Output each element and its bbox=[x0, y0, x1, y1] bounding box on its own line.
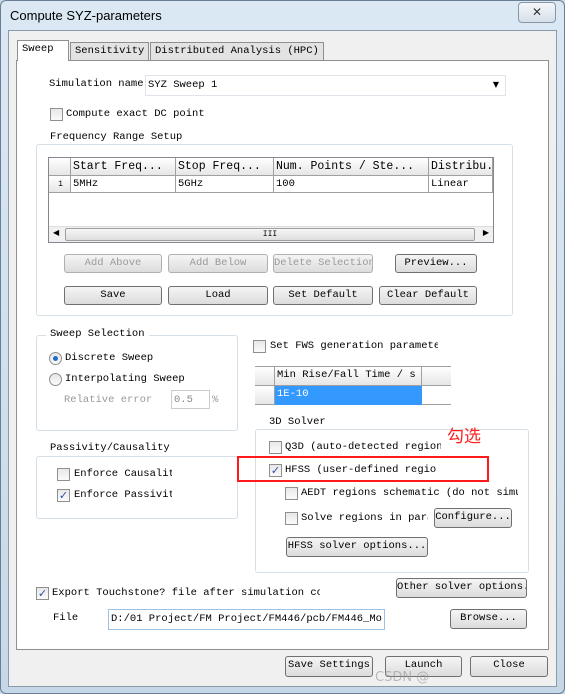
save-settings-button[interactable]: Save Settings bbox=[285, 656, 373, 677]
compute-dc-checkbox[interactable] bbox=[50, 108, 63, 121]
window-title: Compute SYZ-parameters bbox=[10, 8, 162, 23]
fws-row-index[interactable] bbox=[255, 386, 275, 405]
table-corner bbox=[49, 158, 71, 176]
file-path-input[interactable]: D:/01 Project/FM Project/FM446/pcb/FM446… bbox=[108, 609, 385, 630]
hfss-checkbox[interactable]: ✓ bbox=[269, 464, 282, 477]
enforce-passivity-label: Enforce Passivity bbox=[74, 489, 172, 501]
hfss-solver-options-button[interactable]: HFSS solver options... bbox=[286, 537, 428, 557]
column-start-freq[interactable]: Start Freq... bbox=[71, 158, 176, 176]
solve-parallel-label: Solve regions in parallel bbox=[301, 512, 428, 524]
load-button[interactable]: Load bbox=[168, 286, 268, 305]
tab-sweep[interactable]: Sweep bbox=[17, 40, 69, 61]
scroll-right-icon[interactable]: ▶ bbox=[483, 228, 489, 237]
delete-selection-button[interactable]: Delete Selection bbox=[273, 254, 373, 273]
column-distribution[interactable]: Distribu. bbox=[429, 158, 493, 176]
fws-corner bbox=[255, 367, 275, 386]
table-cell-points[interactable]: 100 bbox=[274, 176, 429, 193]
add-below-button[interactable]: Add Below bbox=[168, 254, 268, 273]
simulation-name-combobox[interactable]: SYZ Sweep 1 ▼ bbox=[145, 75, 506, 96]
relative-error-label: Relative error bbox=[64, 394, 153, 406]
interpolating-sweep-label: Interpolating Sweep bbox=[65, 373, 185, 385]
fws-column-header[interactable]: Min Rise/Fall Time / s bbox=[275, 367, 422, 386]
set-fws-label: Set FWS generation parameters bbox=[270, 340, 438, 352]
discrete-sweep-label: Discrete Sweep bbox=[65, 352, 154, 364]
q3d-label: Q3D (auto-detected regions) bbox=[285, 441, 441, 453]
aedt-checkbox[interactable] bbox=[285, 487, 298, 500]
clear-default-button[interactable]: Clear Default bbox=[379, 286, 477, 305]
percent-label: % bbox=[212, 394, 219, 406]
table-cell-distribution[interactable]: Linear bbox=[429, 176, 493, 193]
export-touchstone-checkbox[interactable]: ✓ bbox=[36, 587, 49, 600]
fws-empty-header bbox=[422, 367, 451, 386]
discrete-sweep-radio[interactable] bbox=[49, 352, 62, 365]
enforce-causality-checkbox[interactable] bbox=[57, 468, 70, 481]
relative-error-input[interactable]: 0.5 bbox=[171, 390, 210, 409]
passivity-group bbox=[36, 456, 238, 519]
browse-button[interactable]: Browse... bbox=[450, 609, 527, 629]
export-touchstone-label: Export Touchstone? file after simulation… bbox=[52, 587, 320, 599]
set-fws-checkbox[interactable] bbox=[253, 340, 266, 353]
horizontal-scrollbar[interactable]: ◀ III ▶ bbox=[49, 226, 493, 242]
configure-button[interactable]: Configure... bbox=[434, 508, 512, 528]
add-above-button[interactable]: Add Above bbox=[64, 254, 162, 273]
simulation-name-label: Simulation name bbox=[49, 78, 144, 90]
compute-dc-label: Compute exact DC point bbox=[66, 108, 205, 120]
aedt-label: AEDT regions schematic (do not simulate) bbox=[301, 487, 518, 499]
row-index[interactable]: 1 bbox=[49, 176, 71, 193]
column-stop-freq[interactable]: Stop Freq... bbox=[176, 158, 274, 176]
preview-button[interactable]: Preview... bbox=[395, 254, 477, 273]
enforce-causality-label: Enforce Causality bbox=[74, 468, 172, 480]
frequency-range-label: Frequency Range Setup bbox=[46, 131, 187, 143]
file-label: File bbox=[53, 612, 79, 624]
set-default-button[interactable]: Set Default bbox=[273, 286, 373, 305]
table-cell-stop[interactable]: 5GHz bbox=[176, 176, 274, 193]
enforce-passivity-checkbox[interactable]: ✓ bbox=[57, 489, 70, 502]
interpolating-sweep-radio[interactable] bbox=[49, 373, 62, 386]
solve-parallel-checkbox[interactable] bbox=[285, 512, 298, 525]
watermark: CSDN @ bbox=[375, 670, 430, 685]
save-button[interactable]: Save bbox=[64, 286, 162, 305]
frequency-table: Start Freq... Stop Freq... Num. Points /… bbox=[48, 157, 494, 243]
other-solver-options-button[interactable]: Other solver options... bbox=[396, 578, 527, 598]
tab-distributed-analysis[interactable]: Distributed Analysis (HPC) bbox=[150, 42, 324, 61]
close-window-button[interactable]: ✕ bbox=[518, 2, 556, 23]
table-cell-start[interactable]: 5MHz bbox=[71, 176, 176, 193]
solver-3d-label: 3D Solver bbox=[265, 416, 330, 428]
fws-table: Min Rise/Fall Time / s 1E-10 bbox=[255, 366, 451, 405]
scroll-thumb[interactable]: III bbox=[65, 228, 475, 241]
scroll-left-icon[interactable]: ◀ bbox=[53, 228, 59, 237]
close-button[interactable]: Close bbox=[470, 656, 548, 677]
column-num-points[interactable]: Num. Points / Ste... bbox=[274, 158, 429, 176]
tab-sensitivity[interactable]: Sensitivity bbox=[70, 42, 149, 61]
q3d-checkbox[interactable] bbox=[269, 441, 282, 454]
sweep-selection-label: Sweep Selection bbox=[46, 328, 149, 340]
passivity-label: Passivity/Causality bbox=[46, 442, 174, 454]
close-icon: ✕ bbox=[531, 5, 543, 19]
annotation-text: 勾选 bbox=[447, 427, 481, 447]
chevron-down-icon: ▼ bbox=[492, 80, 499, 89]
simulation-name-value: SYZ Sweep 1 bbox=[148, 79, 218, 91]
fws-value-cell[interactable]: 1E-10 bbox=[275, 386, 422, 405]
hfss-label: HFSS (user-defined regions) bbox=[285, 464, 437, 476]
